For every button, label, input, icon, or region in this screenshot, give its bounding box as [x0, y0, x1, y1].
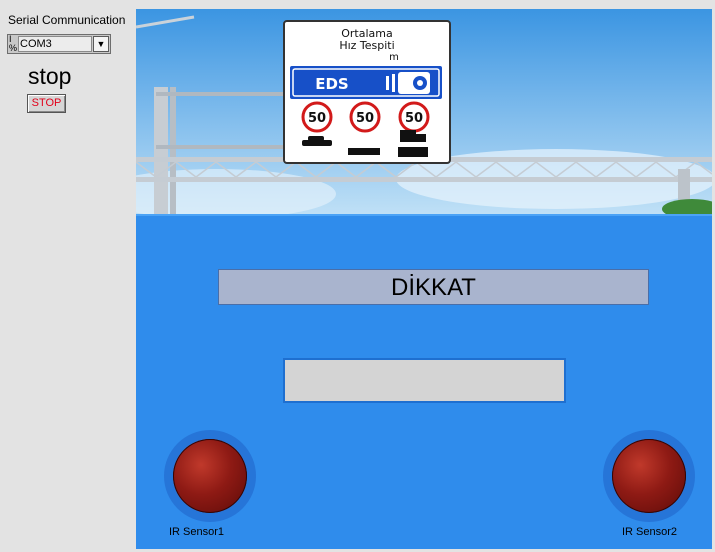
ir-sensor1-label: IR Sensor1 — [169, 526, 225, 538]
speed-detection-panel: DİKKAT IR Sensor1 IR Sensor2 — [136, 214, 712, 549]
speed-limit-sign-2: 50 — [349, 101, 381, 133]
speed-limit-2: 50 — [356, 111, 374, 126]
warning-indicator: DİKKAT — [218, 269, 649, 305]
speed-camera-sign-image: Ortalama Hız Tespiti m EDS 50 50 50 — [136, 9, 712, 214]
com-port-select[interactable]: I% COM3 ▼ — [7, 34, 111, 54]
chevron-down-icon[interactable]: ▼ — [93, 36, 109, 52]
com-port-value[interactable]: COM3 — [18, 36, 92, 52]
sign-line-3: m — [389, 52, 399, 63]
sign-eds-text: EDS — [315, 75, 349, 93]
ir-sensor1-led — [164, 430, 256, 522]
speed-limit-sign-3: 50 — [398, 101, 430, 133]
io-resource-icon: I% — [9, 34, 18, 53]
speed-limit-3: 50 — [405, 111, 423, 126]
serial-communication-label: Serial Communication — [8, 13, 126, 27]
stop-button[interactable]: STOP — [27, 94, 66, 113]
ir-sensor2-led — [603, 430, 695, 522]
speed-display — [283, 358, 566, 403]
sign-line-2: Hız Tespiti — [339, 39, 394, 52]
stop-label: stop — [28, 63, 72, 89]
ir-sensor2-led-lamp — [612, 439, 686, 513]
ir-sensor1-led-lamp — [173, 439, 247, 513]
ir-sensor2-label: IR Sensor2 — [622, 526, 678, 538]
speed-limit-sign-1: 50 — [301, 101, 333, 133]
speed-limit-1: 50 — [308, 111, 326, 126]
